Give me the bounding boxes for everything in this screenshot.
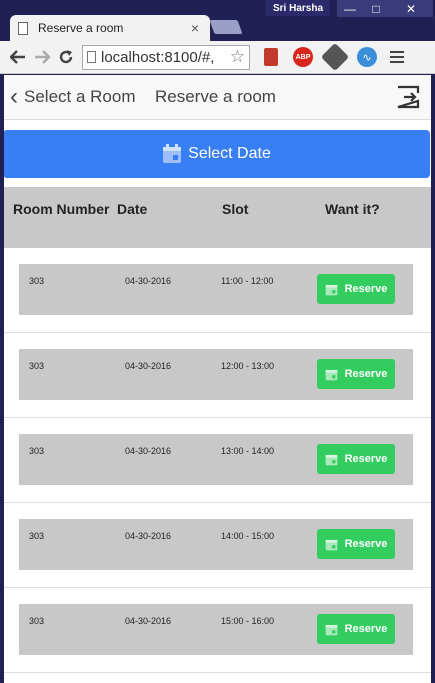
reserve-button[interactable]: Reserve	[317, 274, 395, 304]
app-header: ‹ Select a Room Reserve a room	[4, 75, 431, 120]
slot-time: 15:00 - 16:00	[221, 616, 275, 626]
adblock-label: ABP	[293, 47, 313, 67]
reserve-label: Reserve	[344, 538, 388, 550]
pulse-extension-icon[interactable]: ∿	[356, 46, 378, 68]
reserve-button[interactable]: Reserve	[317, 359, 395, 389]
calendar-icon	[325, 539, 337, 550]
title-bar: Reserve a room × Sri Harsha — □ ✕	[0, 0, 435, 42]
calendar-icon	[163, 144, 182, 163]
close-window-button[interactable]: ✕	[389, 0, 433, 17]
room-number: 303	[29, 276, 45, 286]
slot-date: 04-30-2016	[125, 531, 172, 541]
calendar-icon	[325, 454, 337, 465]
url-text: localhost:8100/#,	[101, 48, 215, 66]
app-viewport: ‹ Select a Room Reserve a room Select Da…	[4, 75, 431, 683]
logout-icon[interactable]	[395, 84, 421, 110]
page-info-icon[interactable]	[87, 51, 96, 63]
row-card: 303 04-30-2016 12:00 - 13:00 Reserve	[19, 349, 413, 400]
reserve-label: Reserve	[344, 453, 388, 465]
column-header-room: Room Number	[13, 201, 110, 217]
column-header-slot: Slot	[222, 201, 249, 217]
slot-date: 04-30-2016	[125, 616, 172, 626]
back-arrow-icon[interactable]	[6, 45, 30, 69]
address-bar[interactable]: localhost:8100/#, ☆	[82, 44, 250, 70]
slot-time: 12:00 - 13:00	[221, 361, 275, 371]
back-button[interactable]: ‹ Select a Room	[10, 85, 136, 109]
slot-time: 11:00 - 12:00	[221, 276, 274, 286]
calendar-icon	[325, 624, 337, 635]
back-label: Select a Room	[24, 87, 136, 106]
maximize-button[interactable]: □	[363, 0, 389, 17]
page-title: Reserve a room	[155, 87, 276, 106]
row-card: 303 04-30-2016 14:00 - 15:00 Reserve	[19, 519, 413, 570]
forward-arrow-icon[interactable]	[30, 45, 54, 69]
table-row: 303 04-30-2016 15:00 - 16:00 Reserve	[4, 588, 431, 673]
profile-name[interactable]: Sri Harsha	[266, 0, 330, 16]
slot-date: 04-30-2016	[125, 276, 172, 286]
reload-icon[interactable]	[54, 45, 78, 69]
column-header-want: Want it?	[325, 201, 380, 217]
select-date-label: Select Date	[188, 145, 271, 162]
slot-time: 13:00 - 14:00	[221, 446, 275, 456]
slot-time: 14:00 - 15:00	[221, 531, 275, 541]
adblock-extension-icon[interactable]: ABP	[292, 46, 314, 68]
browser-toolbar: localhost:8100/#, ☆ ABP ∿	[0, 41, 435, 74]
row-card: 303 04-30-2016 13:00 - 14:00 Reserve	[19, 434, 413, 485]
reserve-button[interactable]: Reserve	[317, 614, 395, 644]
reserve-label: Reserve	[344, 623, 388, 635]
tab-title: Reserve a room	[38, 21, 124, 35]
room-number: 303	[29, 531, 45, 541]
row-card: 303 04-30-2016 15:00 - 16:00 Reserve	[19, 604, 413, 655]
slot-date: 04-30-2016	[125, 446, 172, 456]
room-number: 303	[29, 446, 45, 456]
room-number: 303	[29, 361, 45, 371]
eye-extension-icon[interactable]	[320, 42, 350, 72]
table-row: 303 04-30-2016 12:00 - 13:00 Reserve	[4, 333, 431, 418]
reserve-label: Reserve	[344, 283, 388, 295]
page-icon	[18, 21, 28, 35]
row-card: 303 04-30-2016 11:00 - 12:00 Reserve	[19, 264, 413, 315]
reserve-label: Reserve	[344, 368, 388, 380]
room-number: 303	[29, 616, 45, 626]
minimize-button[interactable]: —	[337, 0, 363, 17]
table-header: Room Number Date Slot Want it?	[4, 187, 431, 248]
chevron-left-icon: ‹	[10, 83, 18, 110]
star-icon[interactable]: ☆	[230, 47, 245, 67]
column-header-date: Date	[117, 201, 148, 217]
calendar-icon	[325, 369, 337, 380]
new-tab-button[interactable]	[209, 20, 243, 34]
table-row: 303 04-30-2016 14:00 - 15:00 Reserve	[4, 503, 431, 588]
tab-close-icon[interactable]: ×	[188, 20, 202, 36]
slot-date: 04-30-2016	[125, 361, 172, 371]
browser-window: Reserve a room × Sri Harsha — □ ✕ localh…	[0, 0, 435, 683]
table-row: 303 04-30-2016 11:00 - 12:00 Reserve	[4, 248, 431, 333]
select-date-button[interactable]: Select Date	[4, 130, 430, 178]
calendar-icon	[325, 284, 337, 295]
table-row: 303 04-30-2016 13:00 - 14:00 Reserve	[4, 418, 431, 503]
bookmark-extension-icon[interactable]	[260, 46, 282, 68]
reserve-button[interactable]: Reserve	[317, 529, 395, 559]
reserve-button[interactable]: Reserve	[317, 444, 395, 474]
menu-icon[interactable]	[390, 51, 404, 63]
browser-tab[interactable]: Reserve a room ×	[10, 15, 210, 41]
